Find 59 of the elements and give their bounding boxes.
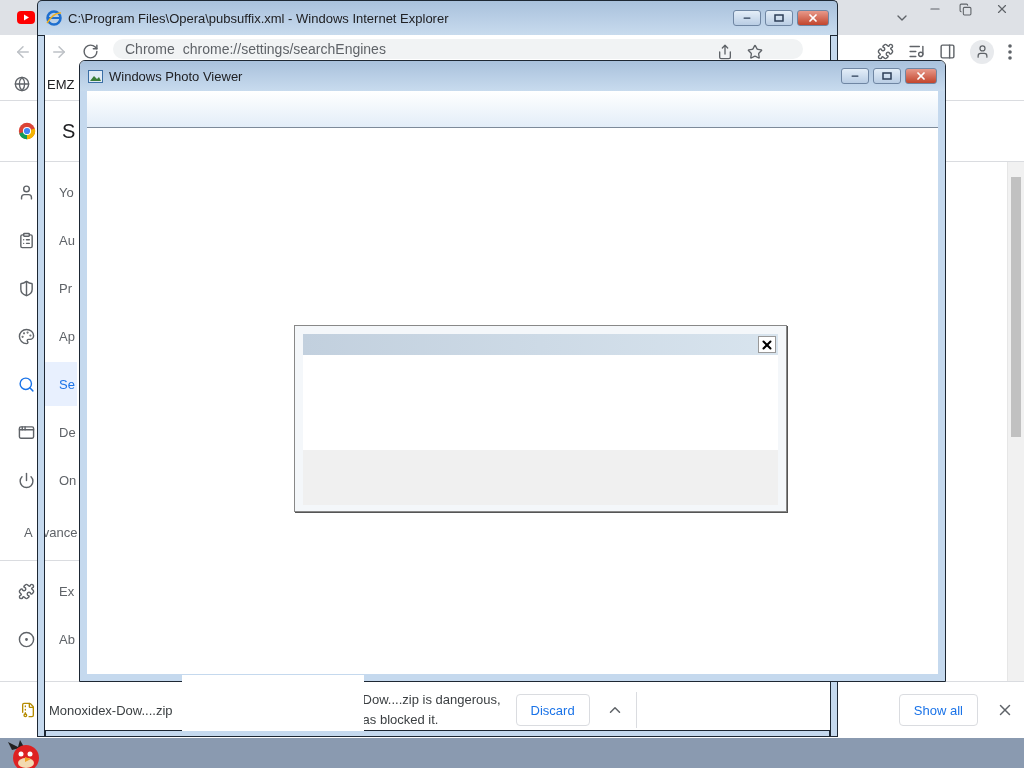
extensions-icon xyxy=(18,582,35,600)
sidebar-item[interactable]: De xyxy=(45,410,77,454)
maximize-icon xyxy=(882,72,892,80)
archive-file-icon xyxy=(20,702,36,718)
restore-icon xyxy=(958,2,972,16)
download-file-name[interactable]: Monoxidex-Dow....zip xyxy=(49,702,173,718)
sidebar-item[interactable]: Yo xyxy=(45,170,77,214)
close-icon xyxy=(995,2,1009,16)
maximize-icon xyxy=(774,14,784,22)
startup-icon xyxy=(18,471,35,489)
privacy-icon xyxy=(18,279,35,297)
you-icon xyxy=(18,183,35,201)
discard-button[interactable]: Discard xyxy=(515,694,590,726)
minimize-button[interactable] xyxy=(733,10,761,26)
sidebar-item[interactable]: Se xyxy=(45,362,77,406)
bookmark-link[interactable]: EMZ xyxy=(47,76,75,92)
about-icon xyxy=(18,630,35,648)
sidebar-item[interactable]: Pr xyxy=(45,266,77,310)
sidebar-item[interactable]: Ab xyxy=(45,617,77,661)
globe-icon xyxy=(14,76,30,92)
puzzle-button[interactable] xyxy=(877,43,894,60)
autofill-icon xyxy=(18,231,35,249)
close-icon xyxy=(760,337,774,352)
close-button[interactable] xyxy=(758,336,776,353)
browser-e-icon xyxy=(46,10,62,26)
browser-logo-icon xyxy=(18,122,36,140)
scrollbar[interactable] xyxy=(1007,162,1024,681)
address-bar[interactable]: Chrome chrome://settings/searchEngines xyxy=(113,38,803,59)
sidebar-item[interactable]: On xyxy=(45,458,77,502)
reload-button[interactable] xyxy=(82,43,99,60)
list-button[interactable] xyxy=(908,43,925,60)
share-button[interactable] xyxy=(717,43,733,60)
sidebar-item[interactable]: Ap xyxy=(45,314,77,358)
browser-icon xyxy=(18,423,35,441)
person-icon xyxy=(974,44,990,59)
site-label: Chrome xyxy=(125,40,175,57)
search-icon xyxy=(18,375,35,393)
window-title: C:\Program Files\Opera\pubsuffix.xml - Windows Internet Explorer xyxy=(68,10,449,26)
page-title: S xyxy=(62,119,76,143)
show-all-button[interactable]: Show all xyxy=(898,694,978,726)
url-text: chrome://settings/searchEngines xyxy=(182,40,386,57)
minimize-button[interactable] xyxy=(841,68,869,84)
picture-icon xyxy=(88,69,103,83)
star-button[interactable] xyxy=(747,43,763,60)
download-warning: Dow....zip is dangerous, as blocked it. xyxy=(362,691,502,729)
menu-icon xyxy=(1008,43,1012,60)
close-icon xyxy=(915,70,927,82)
appearance-icon xyxy=(18,327,35,345)
maximize-button[interactable] xyxy=(873,68,901,84)
sidebar-item[interactable]: Au xyxy=(45,218,77,262)
close-icon xyxy=(807,12,819,24)
side-panel-button[interactable] xyxy=(939,43,956,60)
video-play-icon xyxy=(17,11,35,24)
window-title: Windows Photo Viewer xyxy=(109,68,243,84)
maximize-button[interactable] xyxy=(765,10,793,26)
menu-button[interactable] xyxy=(1008,43,1012,60)
advanced-label[interactable]: A xyxy=(24,524,33,540)
sidebar-item[interactable]: Ex xyxy=(45,569,77,613)
avatar-button[interactable] xyxy=(970,39,994,64)
